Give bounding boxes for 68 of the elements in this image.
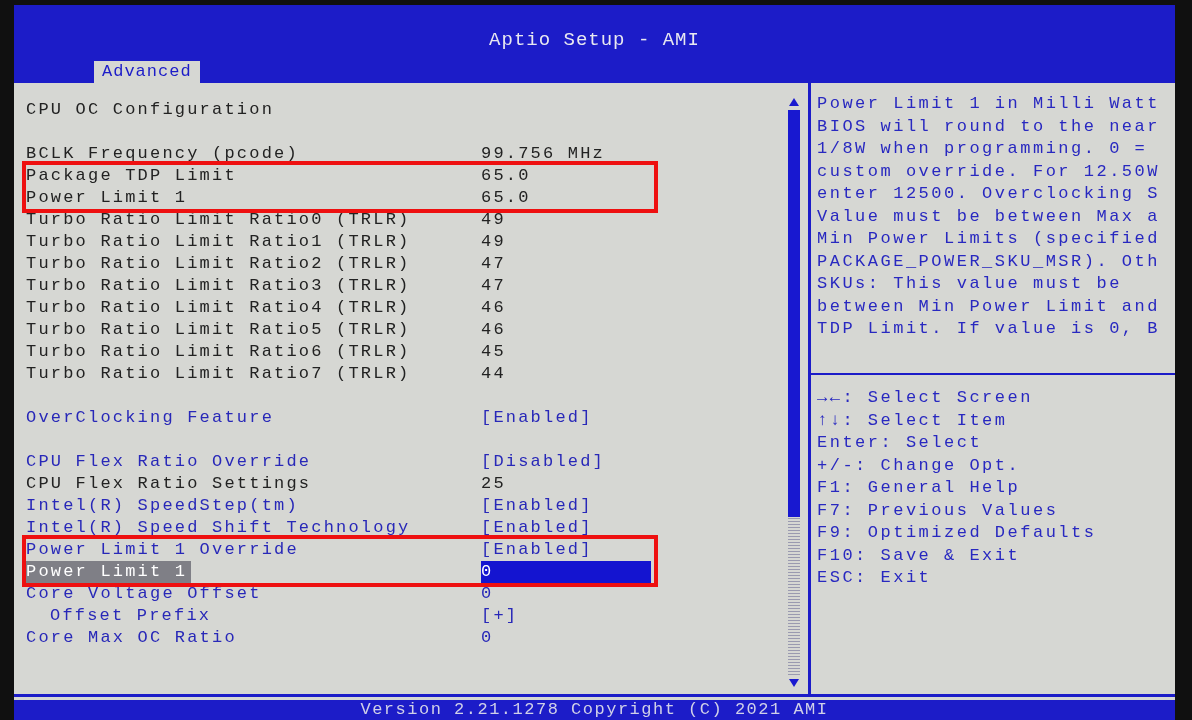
help-text: TDP Limit. If value is 0, B xyxy=(817,318,1161,340)
setting-value: 47 xyxy=(481,275,507,297)
help-text: enter 12500. Overclocking S xyxy=(817,183,1161,205)
key-hint: F7: Previous Values xyxy=(817,499,1060,522)
help-text: Power Limit 1 in Milli Watt xyxy=(817,93,1161,115)
setting-value: 49 xyxy=(481,209,507,231)
setting-value: 44 xyxy=(481,363,507,385)
setting-label: Turbo Ratio Limit Ratio7 (TRLR) xyxy=(26,363,412,385)
setting-label[interactable]: Offset Prefix xyxy=(26,605,481,627)
setting-value: 65.0 xyxy=(481,187,532,209)
setting-value[interactable]: [Disabled] xyxy=(481,451,651,473)
setting-value[interactable]: [+] xyxy=(481,605,651,627)
setting-value: 65.0 xyxy=(481,165,532,187)
setting-value[interactable]: 0 xyxy=(481,627,651,649)
key-hint: F1: General Help xyxy=(817,477,1022,499)
menu-tab[interactable]: Advanced xyxy=(94,61,200,83)
setting-label[interactable]: OverClocking Feature xyxy=(26,407,481,429)
setting-label[interactable]: Core Max OC Ratio xyxy=(26,627,481,649)
setting-label: Turbo Ratio Limit Ratio3 (TRLR) xyxy=(26,275,412,297)
setting-label[interactable]: Power Limit 1 xyxy=(26,561,192,583)
setting-value: 45 xyxy=(481,341,507,363)
setting-label: BCLK Frequency (pcode) xyxy=(26,143,300,165)
key-hint: ESC: Exit xyxy=(817,567,933,589)
setting-label[interactable]: Core Voltage Offset xyxy=(26,583,481,605)
setting-value: 46 xyxy=(481,319,507,341)
key-hint: F10: Save & Exit xyxy=(817,544,1022,567)
help-text: Min Power Limits (specified xyxy=(817,228,1161,250)
scroll-up-icon[interactable] xyxy=(788,97,800,107)
setting-label: Turbo Ratio Limit Ratio1 (TRLR) xyxy=(26,231,412,253)
value-field[interactable]: 0 xyxy=(481,561,651,583)
setting-value: 99.756 MHz xyxy=(481,143,607,165)
help-text: PACKAGE_POWER_SKU_MSR). Oth xyxy=(817,250,1161,273)
setting-value[interactable]: 0 xyxy=(481,583,651,605)
setting-value: 46 xyxy=(481,297,507,319)
help-text: BIOS will round to the near xyxy=(817,115,1161,138)
setting-value: 49 xyxy=(481,231,507,253)
setting-label: Package TDP Limit xyxy=(26,165,238,187)
setting-label: Turbo Ratio Limit Ratio4 (TRLR) xyxy=(26,297,412,319)
setting-label: Turbo Ratio Limit Ratio2 (TRLR) xyxy=(26,253,412,275)
status-bar: Version 2.21.1278 Copyright (C) 2021 AMI xyxy=(14,700,1175,720)
setting-value: 47 xyxy=(481,253,507,275)
help-text: SKUs: This value must be xyxy=(817,273,1123,295)
setting-value[interactable]: [Enabled] xyxy=(481,407,651,429)
help-text: between Min Power Limit and xyxy=(817,295,1161,318)
setting-label: Turbo Ratio Limit Ratio5 (TRLR) xyxy=(26,319,412,341)
key-hint: F9: Optimized Defaults xyxy=(817,522,1098,544)
help-text: 1/8W when programming. 0 = xyxy=(817,138,1149,160)
key-hint: +/-: Change Opt. xyxy=(817,454,1022,477)
scroll-down-icon[interactable] xyxy=(788,678,800,688)
help-text: Value must be between Max a xyxy=(817,205,1161,228)
setting-label: CPU Flex Ratio Settings xyxy=(26,473,313,495)
section-title: CPU OC Configuration xyxy=(26,99,276,121)
setting-label[interactable]: Intel(R) Speed Shift Technology xyxy=(26,517,481,539)
setting-value: 25 xyxy=(481,473,507,495)
setting-label: Turbo Ratio Limit Ratio6 (TRLR) xyxy=(26,341,412,363)
setting-label: Turbo Ratio Limit Ratio0 (TRLR) xyxy=(26,209,412,231)
key-hint: ↑↓: Select Item xyxy=(817,409,1009,432)
key-hint: Enter: Select xyxy=(817,432,984,454)
setting-value[interactable]: [Enabled] xyxy=(481,539,651,561)
setting-value[interactable]: [Enabled] xyxy=(481,517,651,539)
window-title: Aptio Setup - AMI xyxy=(488,28,701,51)
setting-label: Power Limit 1 xyxy=(26,187,189,209)
help-text: custom override. For 12.50W xyxy=(817,160,1161,183)
setting-label[interactable]: Power Limit 1 Override xyxy=(26,539,481,561)
setting-label[interactable]: Intel(R) SpeedStep(tm) xyxy=(26,495,481,517)
setting-value[interactable]: [Enabled] xyxy=(481,495,651,517)
key-hint: →←: Select Screen xyxy=(817,387,1034,409)
setting-label[interactable]: CPU Flex Ratio Override xyxy=(26,451,481,473)
